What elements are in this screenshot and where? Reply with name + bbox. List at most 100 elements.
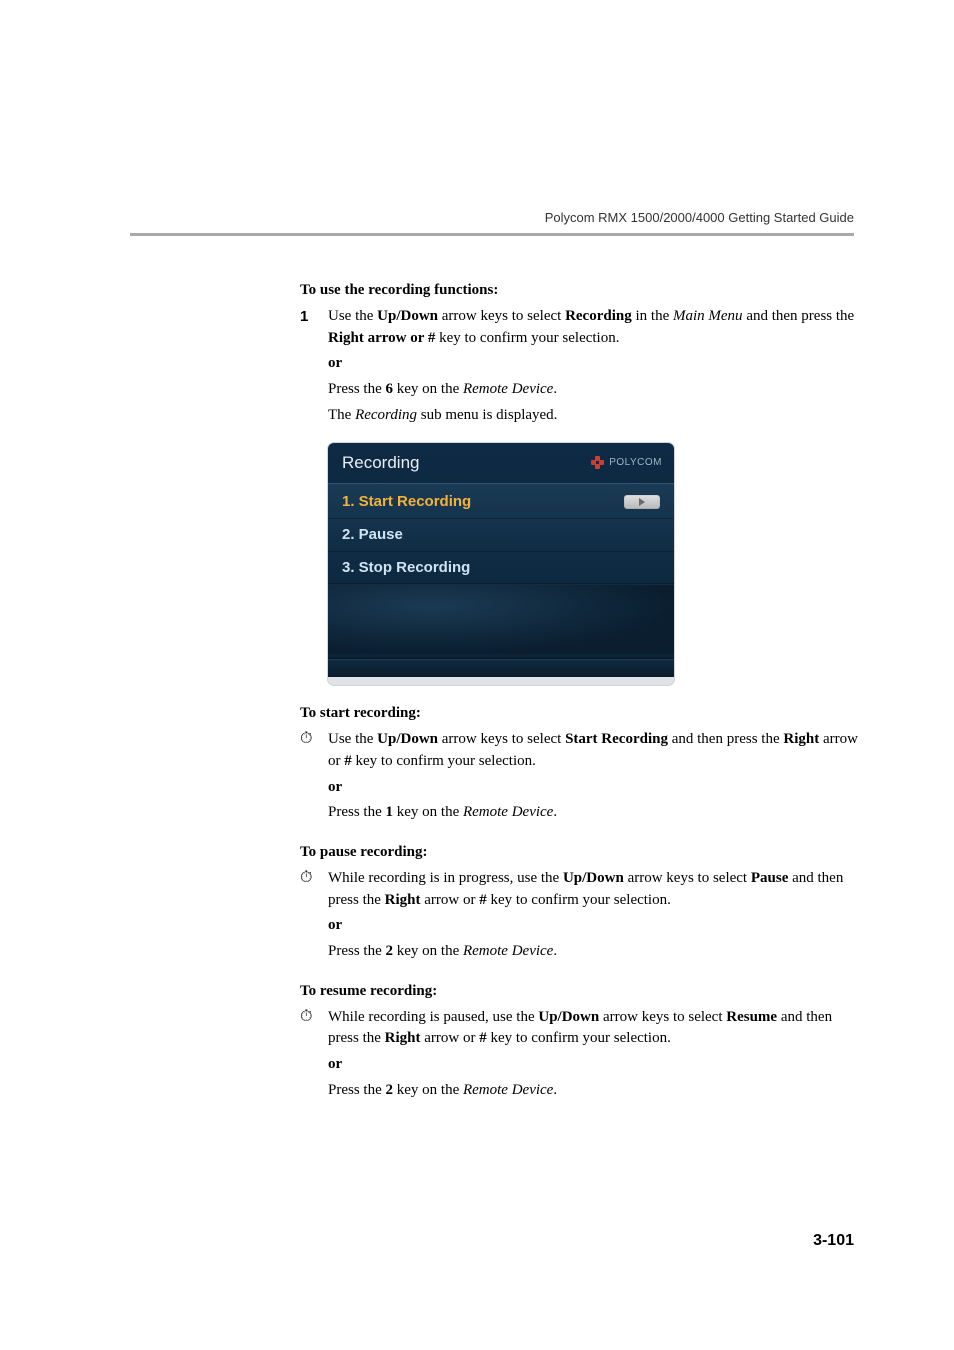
text: key on the bbox=[393, 943, 463, 959]
text-bold: Start Recording bbox=[565, 731, 668, 747]
press-1-line: Press the 1 key on the Remote Device. bbox=[328, 802, 860, 824]
text-bold: 1 bbox=[386, 804, 394, 820]
text-bold: 2 bbox=[386, 943, 394, 959]
or-label: or bbox=[328, 353, 860, 375]
text: . bbox=[553, 1082, 557, 1098]
text: arrow keys to select bbox=[438, 308, 565, 324]
text-italic: Remote Device bbox=[463, 381, 553, 397]
text-italic: Recording bbox=[355, 407, 417, 423]
content: To use the recording functions: 1 Use th… bbox=[300, 280, 860, 1110]
page-header: Polycom RMX 1500/2000/4000 Getting Start… bbox=[0, 210, 954, 236]
text: . bbox=[553, 804, 557, 820]
text: arrow keys to select bbox=[599, 1009, 726, 1025]
text-bold: Up/Down bbox=[377, 308, 438, 324]
text: arrow or bbox=[421, 892, 480, 908]
menu-item-label: 1. Start Recording bbox=[342, 491, 471, 513]
menu-empty-area bbox=[328, 584, 674, 654]
text: The bbox=[328, 407, 355, 423]
text-bold: # bbox=[479, 1030, 487, 1046]
step-start: ⏱ Use the Up/Down arrow keys to select S… bbox=[300, 729, 860, 828]
screenshot-title: Recording bbox=[342, 451, 420, 476]
step-pause: ⏱ While recording is in progress, use th… bbox=[300, 868, 860, 967]
clock-icon: ⏱ bbox=[300, 868, 328, 967]
clock-icon: ⏱ bbox=[300, 729, 328, 828]
text: in the bbox=[632, 308, 673, 324]
menu-item-label: 3. Stop Recording bbox=[342, 557, 470, 579]
menu-item-stop-recording[interactable]: 3. Stop Recording bbox=[328, 552, 674, 585]
text-bold: # bbox=[479, 892, 487, 908]
chevron-right-icon bbox=[624, 495, 660, 509]
page: Polycom RMX 1500/2000/4000 Getting Start… bbox=[0, 0, 954, 1350]
menu-list: 1. Start Recording 2. Pause 3. Stop Reco… bbox=[328, 483, 674, 659]
text: sub menu is displayed. bbox=[417, 407, 557, 423]
text: arrow keys to select bbox=[438, 731, 565, 747]
text-bold: Up/Down bbox=[563, 870, 624, 886]
start-line: Use the Up/Down arrow keys to select Sta… bbox=[328, 729, 860, 773]
text-bold: Up/Down bbox=[377, 731, 438, 747]
screenshot-panel: Recording POLYCOM 1. Start Recording bbox=[328, 443, 674, 678]
text-bold: Pause bbox=[751, 870, 789, 886]
text-bold: Resume bbox=[726, 1009, 777, 1025]
step-body: Use the Up/Down arrow keys to select Rec… bbox=[328, 306, 860, 431]
screenshot-footer bbox=[328, 659, 674, 677]
screenshot-titlebar: Recording POLYCOM bbox=[328, 443, 674, 484]
menu-item-label: 2. Pause bbox=[342, 524, 403, 546]
polycom-logo-icon bbox=[591, 456, 605, 470]
or-label: or bbox=[328, 1054, 860, 1076]
text: Use the bbox=[328, 308, 377, 324]
text: Press the bbox=[328, 804, 386, 820]
step-body: Use the Up/Down arrow keys to select Sta… bbox=[328, 729, 860, 828]
menu-item-pause[interactable]: 2. Pause bbox=[328, 519, 674, 552]
text: While recording is in progress, use the bbox=[328, 870, 563, 886]
text: Use the bbox=[328, 731, 377, 747]
press-2-line: Press the 2 key on the Remote Device. bbox=[328, 941, 860, 963]
step-body: While recording is paused, use the Up/Do… bbox=[328, 1007, 860, 1106]
or-label: or bbox=[328, 777, 860, 799]
press-6-line: Press the 6 key on the Remote Device. bbox=[328, 379, 860, 401]
text-bold: Right bbox=[783, 731, 819, 747]
text: . bbox=[553, 381, 557, 397]
text-bold: Right arrow or # bbox=[328, 330, 435, 346]
polycom-logo-text: POLYCOM bbox=[609, 456, 662, 471]
section-title-start: To start recording: bbox=[300, 703, 860, 725]
text-bold: Right bbox=[385, 892, 421, 908]
clock-icon: ⏱ bbox=[300, 1007, 328, 1106]
step-resume: ⏱ While recording is paused, use the Up/… bbox=[300, 1007, 860, 1106]
section-title-use: To use the recording functions: bbox=[300, 280, 860, 302]
text-italic: Main Menu bbox=[673, 308, 743, 324]
text: key on the bbox=[393, 381, 463, 397]
text: Press the bbox=[328, 943, 386, 959]
step-body: While recording is in progress, use the … bbox=[328, 868, 860, 967]
text-bold: # bbox=[344, 753, 352, 769]
section-title-resume: To resume recording: bbox=[300, 981, 860, 1003]
text-italic: Remote Device bbox=[463, 1082, 553, 1098]
text: key on the bbox=[393, 804, 463, 820]
text: key to confirm your selection. bbox=[487, 892, 671, 908]
text: . bbox=[553, 943, 557, 959]
text: Press the bbox=[328, 381, 386, 397]
text: Press the bbox=[328, 1082, 386, 1098]
section-title-pause: To pause recording: bbox=[300, 842, 860, 864]
step-number: 1 bbox=[300, 306, 328, 431]
menu-item-start-recording[interactable]: 1. Start Recording bbox=[328, 486, 674, 519]
text: and then press the bbox=[743, 308, 855, 324]
text-bold: Recording bbox=[565, 308, 632, 324]
text-italic: Remote Device bbox=[463, 804, 553, 820]
text: arrow keys to select bbox=[624, 870, 751, 886]
pause-line: While recording is in progress, use the … bbox=[328, 868, 860, 912]
recording-menu-screenshot: Recording POLYCOM 1. Start Recording bbox=[328, 443, 674, 686]
press-2b-line: Press the 2 key on the Remote Device. bbox=[328, 1080, 860, 1102]
page-number: 3-101 bbox=[813, 1232, 854, 1250]
text: arrow or bbox=[421, 1030, 480, 1046]
header-rule bbox=[130, 233, 854, 236]
text: key to confirm your selection. bbox=[435, 330, 619, 346]
text-bold: Up/Down bbox=[538, 1009, 599, 1025]
or-label: or bbox=[328, 915, 860, 937]
text: key to confirm your selection. bbox=[487, 1030, 671, 1046]
text: key to confirm your selection. bbox=[352, 753, 536, 769]
text-bold: Right bbox=[385, 1030, 421, 1046]
resume-line: While recording is paused, use the Up/Do… bbox=[328, 1007, 860, 1051]
running-title: Polycom RMX 1500/2000/4000 Getting Start… bbox=[0, 210, 954, 225]
text-italic: Remote Device bbox=[463, 943, 553, 959]
text: key on the bbox=[393, 1082, 463, 1098]
